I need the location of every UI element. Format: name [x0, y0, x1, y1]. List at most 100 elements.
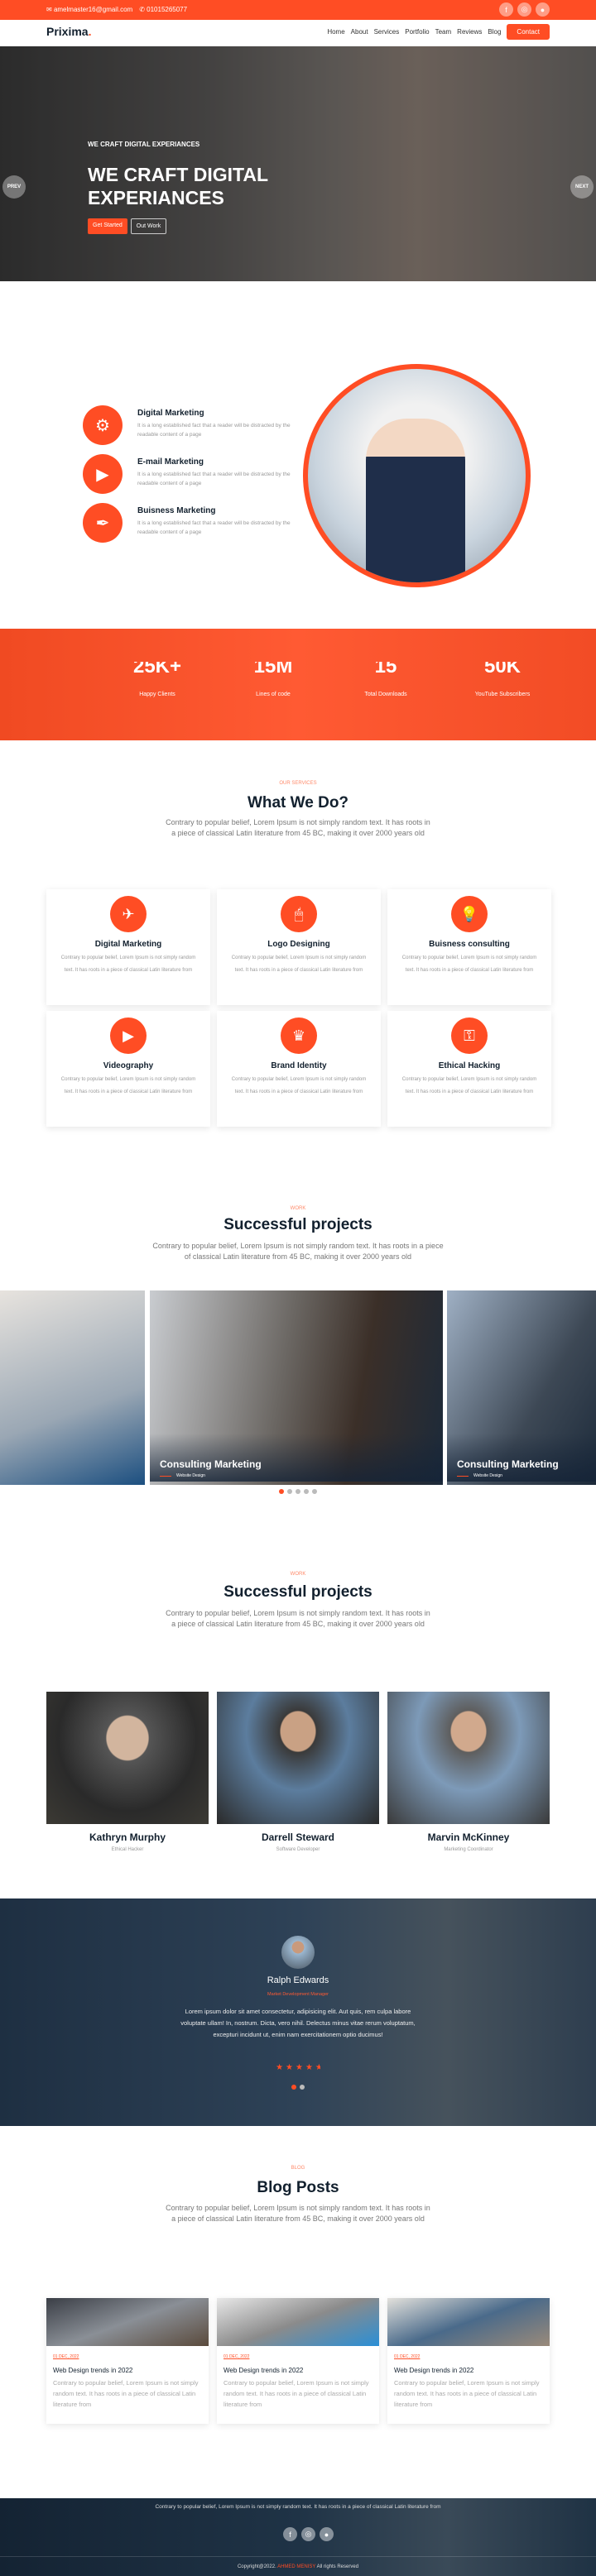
- blog-image: [387, 2298, 550, 2346]
- blog-title[interactable]: Web Design trends in 2022: [223, 2367, 372, 2374]
- stat-item: 15M Lines of code: [223, 662, 323, 697]
- service-card[interactable]: ♛ Brand Identity Contrary to popular belie…: [217, 1011, 381, 1127]
- copyright-text: Copyright@2022.: [237, 2564, 276, 2569]
- blog-card[interactable]: 01 DEC, 2022 Web Design trends in 2022 Con…: [46, 2298, 209, 2424]
- nav-portfolio[interactable]: Portfolio: [405, 28, 429, 36]
- service-card[interactable]: 💡 Buisness consulting Contrary to popular …: [387, 889, 551, 1005]
- project-tag: Website Design: [457, 1473, 586, 1478]
- member-name: Darrell Steward: [261, 1831, 335, 1843]
- service-text: Contrary to popular belief, Lorem Ipsum …: [60, 1077, 196, 1094]
- bulb-icon: 💡: [451, 896, 488, 932]
- project-tag: Website Design: [160, 1473, 433, 1478]
- feature-item: ▶ E-mail Marketing It is a long establishe…: [83, 454, 331, 494]
- head-gears-icon: ⚙: [83, 405, 123, 445]
- nav-home[interactable]: Home: [327, 28, 344, 36]
- our-work-button[interactable]: Out Work: [130, 218, 167, 234]
- blog-text: Contrary to popular belief, Lorem Ipsum …: [223, 2379, 369, 2408]
- service-card[interactable]: 🖱 Logo Designing Contrary to popular belie…: [217, 889, 381, 1005]
- footer-divider: [0, 2556, 596, 2557]
- video-icon: ▶: [110, 1017, 147, 1054]
- service-title: Videography: [103, 1061, 154, 1070]
- section-text: Contrary to popular belief, Lorem Ipsum …: [166, 1609, 430, 1628]
- top-bar: ✉ amelmaster16@gmail.com ✆ 01015265077 f…: [0, 0, 596, 20]
- next-button[interactable]: NEXT: [570, 175, 594, 199]
- author-link[interactable]: AHMED MENISY: [277, 2564, 315, 2569]
- blog-date[interactable]: 01 DEC, 2022: [394, 2354, 543, 2359]
- nav-team[interactable]: Team: [435, 28, 452, 36]
- service-text: Contrary to popular belief, Lorem Ipsum …: [231, 955, 367, 973]
- instagram-icon[interactable]: ◎: [301, 2527, 315, 2541]
- blog-card[interactable]: 01 DEC, 2022 Web Design trends in 2022 Con…: [217, 2298, 379, 2424]
- about-image: [303, 364, 531, 587]
- star-rating: ★★★★★: [0, 2063, 596, 2072]
- blog-title[interactable]: Web Design trends in 2022: [53, 2367, 202, 2374]
- dot[interactable]: [279, 1489, 284, 1494]
- email-link[interactable]: ✉ amelmaster16@gmail.com: [46, 6, 132, 13]
- feature-title: Buisness Marketing: [137, 506, 216, 515]
- prev-button[interactable]: PREV: [2, 175, 26, 199]
- hero-title: WE CRAFT DIGITAL EXPERIANCES: [88, 164, 268, 208]
- nav-about[interactable]: About: [351, 28, 368, 36]
- dot[interactable]: [287, 1489, 292, 1494]
- service-card[interactable]: ⚿ Ethical Hacking Contrary to popular beli…: [387, 1011, 551, 1127]
- dot[interactable]: [300, 2085, 305, 2090]
- nav-blog[interactable]: Blog: [488, 28, 501, 36]
- hero-subtitle: WE CRAFT DIGITAL EXPERIANCES: [88, 141, 200, 148]
- dot[interactable]: [312, 1489, 317, 1494]
- project-slide[interactable]: [0, 1290, 145, 1485]
- nav-reviews[interactable]: Reviews: [457, 28, 482, 36]
- get-started-button[interactable]: Get Started: [88, 218, 127, 234]
- phone-link[interactable]: ✆ 01015265077: [139, 6, 187, 13]
- member-role: Marketing Coordinator: [444, 1847, 493, 1852]
- project-slide[interactable]: Consulting Marketing Website Design: [447, 1290, 596, 1485]
- blog-date[interactable]: 01 DEC, 2022: [53, 2354, 202, 2359]
- stat-item: 50K YouTube Subscribers: [453, 662, 552, 697]
- logo[interactable]: Prixima.: [46, 25, 91, 38]
- contact-button[interactable]: Contact: [507, 24, 550, 40]
- facebook-icon[interactable]: f: [283, 2527, 297, 2541]
- team-member: Kathryn Murphy Ethical Hacker: [46, 1831, 209, 1852]
- stat-number: 15M: [253, 662, 293, 678]
- stat-number: 50K: [483, 662, 522, 678]
- github-icon[interactable]: ●: [320, 2527, 334, 2541]
- section-label: WORK: [290, 1206, 306, 1211]
- blog-card[interactable]: 01 DEC, 2022 Web Design trends in 2022 Con…: [387, 2298, 550, 2424]
- project-dots: [0, 1489, 596, 1494]
- feature-title: E-mail Marketing: [137, 457, 204, 467]
- team-member: Marvin McKinney Marketing Coordinator: [387, 1831, 550, 1852]
- dot[interactable]: [296, 1489, 300, 1494]
- instagram-icon[interactable]: ◎: [517, 2, 531, 17]
- stat-number: 25K+: [132, 662, 182, 678]
- footer-text: Contrary to popular belief, Lorem Ipsum …: [155, 2504, 441, 2510]
- section-text: Contrary to popular belief, Lorem Ipsum …: [166, 2204, 430, 2223]
- project-slide[interactable]: Consulting Marketing Website Design: [150, 1290, 443, 1485]
- dot[interactable]: [291, 2085, 296, 2090]
- stat-label: Lines of code: [256, 692, 291, 697]
- blog-date[interactable]: 01 DEC, 2022: [223, 2354, 372, 2359]
- section-label: OUR SERVICES: [279, 781, 317, 786]
- navbar: Prixima. Home About Services Portfolio T…: [0, 20, 596, 46]
- team-photo: [387, 1692, 550, 1824]
- pen-nib-icon: ✒: [83, 503, 123, 543]
- copyright-text: All rights Reserved: [316, 2564, 359, 2569]
- video-scroll-icon: ▶: [83, 454, 123, 494]
- service-card[interactable]: ✈ Digital Marketing Contrary to popular be…: [46, 889, 210, 1005]
- project-title: Consulting Marketing: [160, 1458, 262, 1470]
- team-member: Darrell Steward Software Developer: [217, 1831, 379, 1852]
- email-text: amelmaster16@gmail.com: [53, 6, 133, 13]
- service-card[interactable]: ▶ Videography Contrary to popular belief, …: [46, 1011, 210, 1127]
- feature-item: ⚙ Digital Marketing It is a long establish…: [83, 405, 331, 445]
- dot[interactable]: [304, 1489, 309, 1494]
- section-title: Blog Posts: [257, 2179, 339, 2196]
- facebook-icon[interactable]: f: [499, 2, 513, 17]
- section-title: Successful projects: [223, 1216, 372, 1233]
- feature-item: ✒ Buisness Marketing It is a long establis…: [83, 503, 331, 543]
- github-icon[interactable]: ●: [536, 2, 550, 17]
- member-name: Marvin McKinney: [427, 1831, 510, 1843]
- section-label: WORK: [290, 1572, 306, 1577]
- copyright: Copyright@2022. AHMED MENISY All rights …: [0, 2564, 596, 2569]
- nav-services[interactable]: Services: [374, 28, 400, 36]
- crane-icon: ✈: [110, 896, 147, 932]
- feature-text: It is a long established fact that a rea…: [137, 423, 291, 438]
- blog-title[interactable]: Web Design trends in 2022: [394, 2367, 543, 2374]
